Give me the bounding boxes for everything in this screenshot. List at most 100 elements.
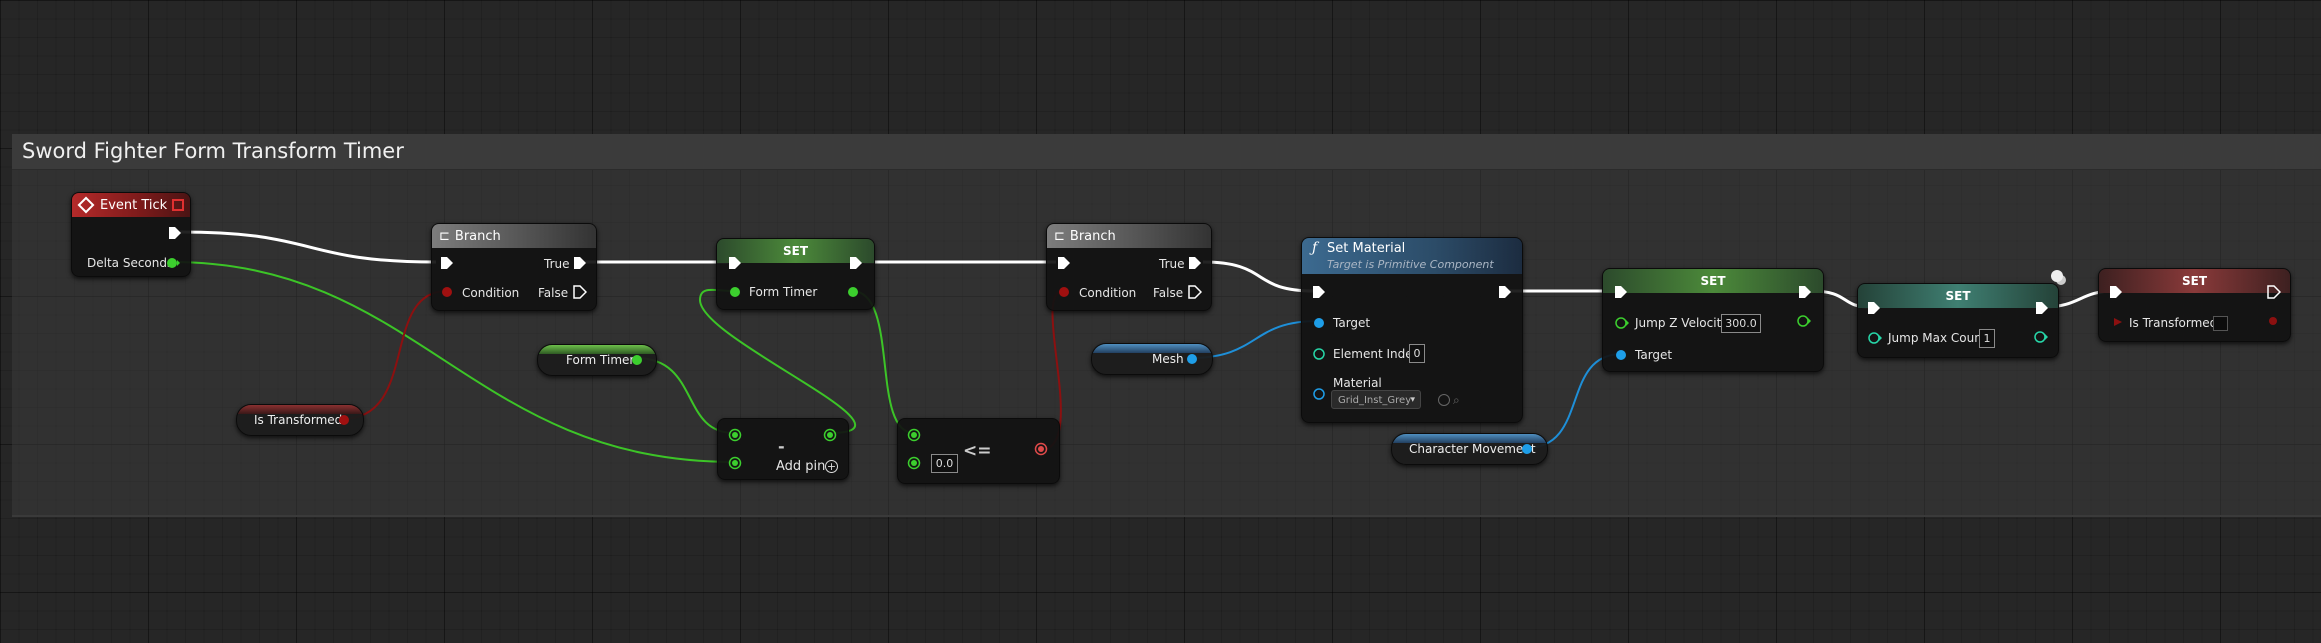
browse-search-icon[interactable]: ⌕ <box>1453 393 1460 408</box>
set-header: SET <box>2099 269 2290 293</box>
exec-out-pin[interactable] <box>168 226 182 240</box>
true-label: True <box>1159 257 1185 271</box>
exec-in-pin[interactable] <box>728 256 742 270</box>
material-label: Material <box>1333 376 1382 390</box>
exec-out-pin[interactable] <box>2267 285 2281 299</box>
branch-node-1[interactable]: ⊏ Branch True Condition False <box>431 223 597 311</box>
form-timer-getter-label: Form Timer <box>566 353 635 367</box>
is-transformed-getter[interactable]: Is Transformed <box>236 404 364 436</box>
event-tick-title: Event Tick <box>100 197 168 213</box>
compare-value-field[interactable]: 0.0 <box>931 454 958 473</box>
exec-out-pin[interactable] <box>1498 285 1512 299</box>
true-exec-pin[interactable] <box>1188 256 1202 270</box>
false-exec-pin[interactable] <box>573 285 587 299</box>
material-pin[interactable] <box>1312 387 1326 401</box>
exec-out-pin[interactable] <box>1798 285 1812 299</box>
character-movement-getter[interactable]: Character Movement <box>1391 433 1548 465</box>
subtract-in-b-pin[interactable] <box>728 456 742 470</box>
set-jump-max-count-node[interactable]: SET Jump Max Count 1 <box>1857 283 2059 358</box>
branch-title: Branch <box>1069 228 1116 244</box>
event-tick-node[interactable]: Event Tick Delta Seconds <box>71 192 191 277</box>
subtract-in-a-pin[interactable] <box>728 428 742 442</box>
true-label: True <box>544 257 570 271</box>
jump-max-count-in-pin[interactable] <box>1867 331 1883 345</box>
form-timer-out-pin[interactable] <box>846 285 860 299</box>
exec-in-pin[interactable] <box>1312 285 1326 299</box>
add-pin-icon[interactable]: + <box>825 460 838 473</box>
false-label: False <box>1153 286 1184 300</box>
condition-pin[interactable] <box>440 285 454 299</box>
float-wire <box>698 288 856 434</box>
exec-in-pin[interactable] <box>440 256 454 270</box>
mesh-getter[interactable]: Mesh <box>1091 343 1213 375</box>
set-header: SET <box>1858 284 2058 308</box>
jump-max-count-out-pin[interactable] <box>2033 330 2049 344</box>
form-timer-in-pin[interactable] <box>728 285 742 299</box>
event-diamond-icon <box>77 196 95 214</box>
is-transformed-checkbox[interactable] <box>2213 316 2228 331</box>
chevron-down-icon: ▾ <box>1410 395 1415 405</box>
is-transformed-out-pin[interactable] <box>2267 315 2279 327</box>
branch-icon: ⊏ <box>1054 228 1065 244</box>
branch-header: ⊏ Branch <box>432 224 596 248</box>
subtract-node[interactable]: - Add pin + <box>717 418 849 480</box>
character-movement-getter-pin[interactable] <box>1520 442 1534 456</box>
set-material-node[interactable]: ƒ Set Material Target is Primitive Compo… <box>1301 237 1523 423</box>
target-label: Target <box>1635 348 1673 362</box>
compare-symbol: <= <box>963 441 992 461</box>
subtract-symbol: - <box>778 437 785 456</box>
set-material-subtitle: Target is Primitive Component <box>1327 258 1494 271</box>
target-pin[interactable] <box>1614 348 1628 362</box>
mesh-getter-pin[interactable] <box>1185 352 1199 366</box>
set-material-header: ƒ Set Material Target is Primitive Compo… <box>1302 238 1522 274</box>
jump-z-velocity-out-pin[interactable] <box>1796 314 1812 328</box>
is-transformed-in-pin[interactable] <box>2112 316 2124 328</box>
element-index-pin[interactable] <box>1312 347 1326 361</box>
character-movement-getter-label: Character Movement <box>1409 442 1536 456</box>
set-jump-z-velocity-node[interactable]: SET Jump Z Velocity 300.0 Target <box>1602 268 1824 372</box>
delegate-pin-icon[interactable] <box>172 199 184 211</box>
compare-in-a-pin[interactable] <box>907 428 921 442</box>
is-transformed-getter-pin[interactable] <box>337 413 351 427</box>
target-label: Target <box>1333 316 1371 330</box>
condition-pin[interactable] <box>1057 285 1071 299</box>
branch-node-2[interactable]: ⊏ Branch True Condition False <box>1046 223 1212 311</box>
element-index-field[interactable]: 0 <box>1409 344 1425 363</box>
float-wire <box>851 290 915 434</box>
subtract-out-pin[interactable] <box>823 428 837 442</box>
use-selected-icon[interactable] <box>1438 394 1450 406</box>
jump-z-velocity-field[interactable]: 300.0 <box>1721 314 1761 333</box>
exec-out-pin[interactable] <box>849 256 863 270</box>
branch-title: Branch <box>454 228 501 244</box>
compare-in-b-pin[interactable] <box>907 456 921 470</box>
set-title: SET <box>2181 274 2208 288</box>
jump-max-count-field[interactable]: 1 <box>1979 329 1995 348</box>
form-timer-getter[interactable]: Form Timer <box>537 344 657 376</box>
add-pin-label[interactable]: Add pin <box>776 459 825 474</box>
exec-in-pin[interactable] <box>1867 301 1881 315</box>
target-pin[interactable] <box>1312 316 1326 330</box>
set-form-timer-node[interactable]: SET Form Timer <box>716 238 875 310</box>
delta-seconds-pin[interactable] <box>165 256 181 270</box>
form-timer-label: Form Timer <box>749 285 818 299</box>
false-exec-pin[interactable] <box>1188 285 1202 299</box>
jump-z-velocity-label: Jump Z Velocity <box>1635 316 1729 330</box>
exec-in-pin[interactable] <box>1614 285 1628 299</box>
set-is-transformed-node[interactable]: SET Is Transformed <box>2098 268 2291 342</box>
false-label: False <box>538 286 569 300</box>
exec-out-pin[interactable] <box>2035 301 2049 315</box>
jump-z-velocity-in-pin[interactable] <box>1614 316 1630 330</box>
exec-in-pin[interactable] <box>1057 256 1071 270</box>
compare-out-pin[interactable] <box>1034 442 1048 456</box>
true-exec-pin[interactable] <box>573 256 587 270</box>
delta-seconds-label: Delta Seconds <box>87 256 174 270</box>
form-timer-getter-pin[interactable] <box>630 353 644 367</box>
exec-wire <box>179 230 437 264</box>
material-dropdown[interactable]: Grid_Inst_Grey ▾ <box>1331 390 1421 409</box>
bool-wire <box>341 290 448 420</box>
element-index-label: Element Index <box>1333 347 1420 361</box>
less-equal-node[interactable]: <= 0.0 <box>897 418 1060 484</box>
branch-icon: ⊏ <box>439 228 450 244</box>
reroute-knot[interactable] <box>2051 270 2063 282</box>
exec-in-pin[interactable] <box>2109 285 2123 299</box>
